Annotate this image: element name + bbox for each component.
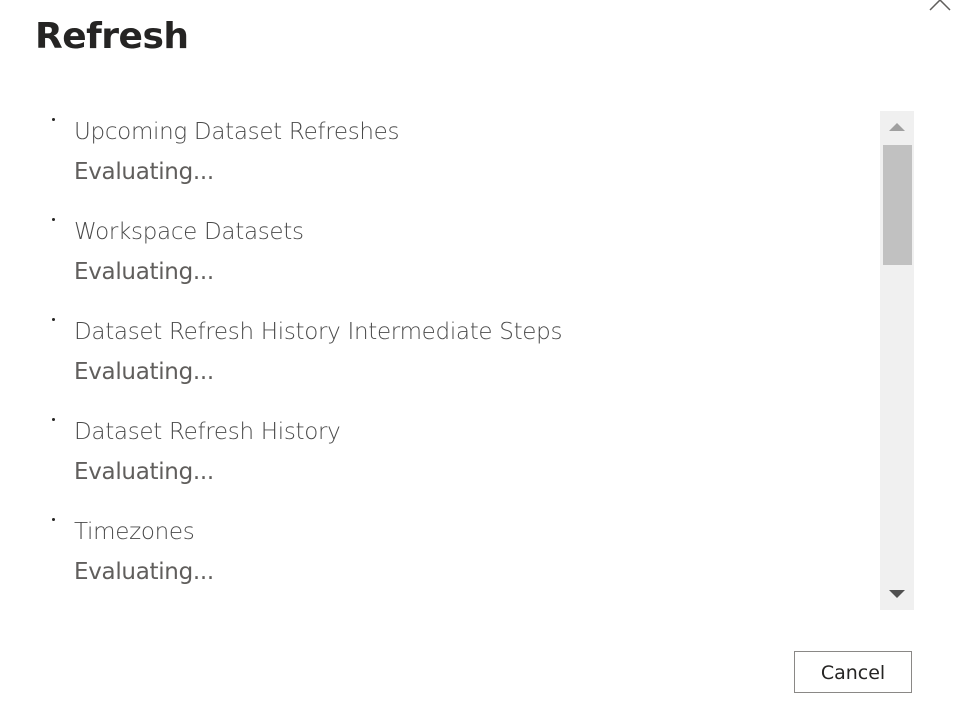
close-icon[interactable]: [928, 0, 952, 12]
list-item: Dataset Refresh History Intermediate Ste…: [40, 310, 860, 410]
item-name: Workspace Datasets: [74, 219, 304, 245]
bullet-icon: [52, 518, 55, 521]
vertical-scrollbar[interactable]: [880, 111, 914, 610]
bullet-icon: [52, 218, 55, 221]
item-status: Evaluating...: [74, 159, 214, 185]
bullet-icon: [52, 118, 55, 121]
cancel-button[interactable]: Cancel: [794, 651, 912, 693]
bullet-icon: [52, 418, 55, 421]
item-name: Upcoming Dataset Refreshes: [74, 119, 400, 145]
item-status: Evaluating...: [74, 359, 214, 385]
triangle-down-icon[interactable]: [880, 578, 914, 610]
item-status: Evaluating...: [74, 259, 214, 285]
item-name: Dataset Refresh History: [74, 419, 341, 445]
dialog-title: Refresh: [35, 16, 189, 57]
list-item: Timezones Evaluating...: [40, 510, 860, 610]
item-status: Evaluating...: [74, 459, 214, 485]
list-item: Dataset Refresh History Evaluating...: [40, 410, 860, 510]
item-name: Timezones: [74, 519, 195, 545]
bullet-icon: [52, 318, 55, 321]
triangle-up-icon[interactable]: [880, 111, 914, 143]
refresh-list: Upcoming Dataset Refreshes Evaluating...…: [40, 110, 878, 610]
item-status: Evaluating...: [74, 559, 214, 585]
list-item: Workspace Datasets Evaluating...: [40, 210, 860, 310]
item-name: Dataset Refresh History Intermediate Ste…: [74, 319, 563, 345]
scrollbar-thumb[interactable]: [883, 145, 912, 265]
list-item: Upcoming Dataset Refreshes Evaluating...: [40, 110, 860, 210]
